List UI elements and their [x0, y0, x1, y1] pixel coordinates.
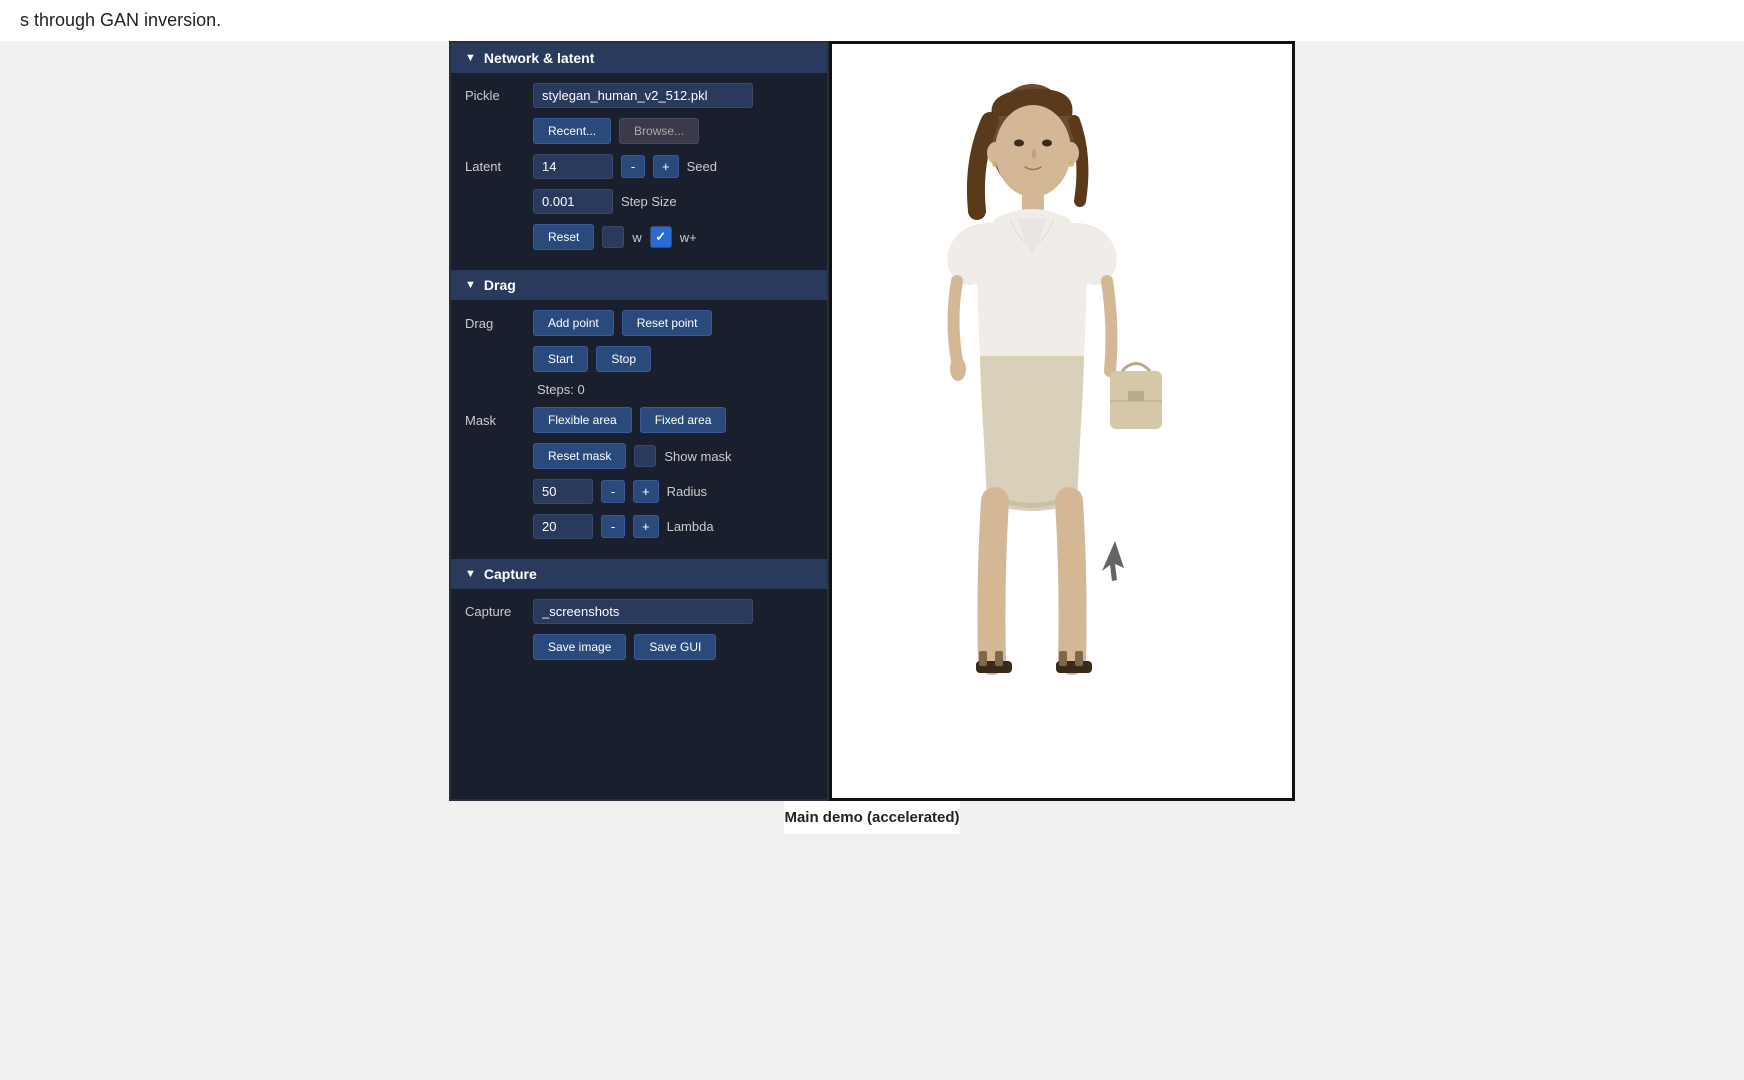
image-area — [832, 44, 1292, 798]
reset-button[interactable]: Reset — [533, 224, 594, 250]
step-size-label: Step Size — [621, 194, 677, 209]
checkmark-icon: ✓ — [655, 229, 666, 245]
latent-minus-button[interactable]: - — [621, 155, 645, 178]
drag-body: Drag Add point Reset point Start Stop St… — [451, 300, 827, 559]
browse-button[interactable]: Browse... — [619, 118, 699, 144]
radius-minus-button[interactable]: - — [601, 480, 625, 503]
reset-point-button[interactable]: Reset point — [622, 310, 713, 336]
pickle-input[interactable] — [533, 83, 753, 108]
network-latent-triangle-icon: ▼ — [465, 52, 476, 64]
capture-section-header[interactable]: ▼ Capture — [451, 559, 827, 589]
left-panel: ▼ Network & latent Pickle Recent... Brow… — [449, 41, 829, 801]
save-gui-button[interactable]: Save GUI — [634, 634, 716, 660]
capture-path-input[interactable] — [533, 599, 753, 624]
reset-mask-button[interactable]: Reset mask — [533, 443, 626, 469]
save-image-button[interactable]: Save image — [533, 634, 626, 660]
header-text: s through GAN inversion. — [20, 10, 221, 30]
radius-row: - + Radius — [533, 479, 813, 504]
latent-input[interactable] — [533, 154, 613, 179]
stop-button[interactable]: Stop — [596, 346, 651, 372]
mask-area-row: Mask Flexible area Fixed area — [465, 407, 813, 433]
latent-plus-button[interactable]: + — [653, 155, 679, 178]
drag-label: Drag — [465, 316, 525, 331]
add-reset-point-row: Drag Add point Reset point — [465, 310, 813, 336]
lambda-input[interactable] — [533, 514, 593, 539]
caption-area: Main demo (accelerated) — [784, 801, 959, 834]
lambda-minus-button[interactable]: - — [601, 515, 625, 538]
network-latent-body: Pickle Recent... Browse... Latent - + Se… — [451, 73, 827, 270]
step-size-input[interactable] — [533, 189, 613, 214]
radius-label: Radius — [667, 484, 707, 499]
show-mask-label: Show mask — [664, 449, 731, 464]
capture-section-label: Capture — [484, 566, 537, 582]
reset-show-mask-row: Reset mask Show mask — [533, 443, 813, 469]
radius-plus-button[interactable]: + — [633, 480, 659, 503]
capture-body: Capture Save image Save GUI — [451, 589, 827, 680]
step-size-row: Step Size — [533, 189, 813, 214]
w-label: w — [632, 230, 641, 245]
pickle-label: Pickle — [465, 88, 525, 103]
steps-text: Steps: 0 — [537, 382, 585, 397]
save-row: Save image Save GUI — [533, 634, 813, 660]
radius-input[interactable] — [533, 479, 593, 504]
start-button[interactable]: Start — [533, 346, 588, 372]
w-checkbox[interactable] — [602, 226, 624, 248]
w-checked-checkbox[interactable]: ✓ — [650, 226, 672, 248]
caption-text: Main demo (accelerated) — [784, 809, 959, 826]
capture-label: Capture — [465, 604, 525, 619]
network-latent-section-header[interactable]: ▼ Network & latent — [451, 43, 827, 73]
reset-row: Reset w ✓ w+ — [533, 224, 813, 250]
start-stop-row: Start Stop — [533, 346, 813, 372]
drag-triangle-icon: ▼ — [465, 279, 476, 291]
fixed-area-button[interactable]: Fixed area — [640, 407, 727, 433]
latent-label: Latent — [465, 159, 525, 174]
fashion-figure-svg — [832, 61, 1292, 781]
drag-section-label: Drag — [484, 277, 516, 293]
recent-browse-row: Recent... Browse... — [533, 118, 813, 144]
seed-label: Seed — [687, 159, 717, 174]
latent-row: Latent - + Seed — [465, 154, 813, 179]
add-point-button[interactable]: Add point — [533, 310, 614, 336]
lambda-row: - + Lambda — [533, 514, 813, 539]
capture-path-row: Capture — [465, 599, 813, 624]
drag-section-header[interactable]: ▼ Drag — [451, 270, 827, 300]
lambda-plus-button[interactable]: + — [633, 515, 659, 538]
w-plus-label: w+ — [680, 230, 697, 245]
image-preview-panel — [829, 41, 1295, 801]
pickle-row: Pickle — [465, 83, 813, 108]
steps-row: Steps: 0 — [533, 382, 813, 397]
recent-button[interactable]: Recent... — [533, 118, 611, 144]
lambda-label: Lambda — [667, 519, 714, 534]
page-header: s through GAN inversion. — [0, 0, 1744, 41]
show-mask-checkbox[interactable] — [634, 445, 656, 467]
mask-label: Mask — [465, 413, 525, 428]
flexible-area-button[interactable]: Flexible area — [533, 407, 632, 433]
network-latent-label: Network & latent — [484, 50, 594, 66]
capture-triangle-icon: ▼ — [465, 568, 476, 580]
